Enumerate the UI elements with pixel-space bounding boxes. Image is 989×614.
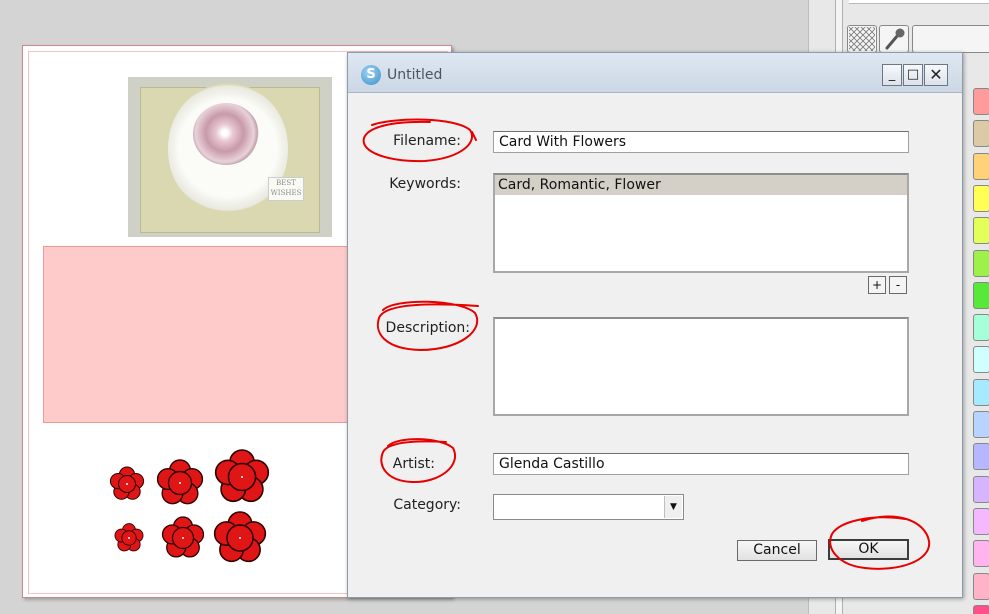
dialog-title: Untitled	[387, 67, 443, 83]
filename-field[interactable]: Card With Flowers	[493, 131, 909, 153]
color-swatch[interactable]	[973, 443, 989, 471]
keywords-label: Keywords:	[389, 176, 461, 192]
color-swatch[interactable]	[973, 507, 989, 535]
color-swatch[interactable]	[973, 249, 989, 277]
color-swatch[interactable]	[973, 346, 989, 374]
flower-shape	[213, 511, 267, 563]
ok-button[interactable]: OK	[828, 539, 909, 560]
rose-embellishment	[193, 103, 259, 165]
palette-color-preview	[912, 25, 989, 53]
card-photo[interactable]: BEST WISHES	[128, 77, 332, 237]
artist-label: Artist:	[392, 456, 435, 472]
color-swatch[interactable]	[973, 378, 989, 406]
category-label: Category:	[393, 497, 461, 513]
artist-field[interactable]: Glenda Castillo	[493, 453, 909, 475]
color-swatch[interactable]	[973, 184, 989, 212]
keyword-item[interactable]: Card, Romantic, Flower	[495, 175, 907, 195]
maximize-button[interactable]: □	[903, 64, 923, 86]
color-swatch[interactable]	[973, 540, 989, 568]
close-button[interactable]: ✕	[924, 64, 948, 86]
color-swatch[interactable]	[973, 475, 989, 503]
color-swatch[interactable]	[973, 88, 989, 115]
pink-rectangle-shape[interactable]	[43, 246, 363, 423]
file-properties-dialog: S Untitled _ □ ✕ Filename: Card With Flo…	[347, 52, 963, 598]
keywords-list[interactable]: Card, Romantic, Flower	[493, 173, 909, 273]
color-swatch[interactable]	[973, 411, 989, 438]
description-label: Description:	[385, 320, 470, 336]
chevron-down-icon[interactable]: ▼	[664, 496, 682, 518]
flower-cutouts[interactable]	[103, 441, 283, 581]
dialog-titlebar[interactable]: S Untitled _ □ ✕	[348, 53, 962, 93]
app-logo-icon: S	[361, 65, 381, 85]
palette-top-bar	[849, 0, 989, 4]
color-swatch[interactable]	[973, 217, 989, 245]
add-keyword-button[interactable]: +	[868, 276, 886, 294]
color-swatch[interactable]	[973, 314, 989, 342]
eyedropper-icon[interactable]	[879, 25, 909, 53]
color-swatch[interactable]	[973, 120, 989, 148]
remove-keyword-button[interactable]: -	[889, 276, 907, 294]
filename-label: Filename:	[393, 133, 461, 149]
flower-shape	[156, 459, 204, 505]
flower-shape	[214, 449, 270, 503]
color-swatch[interactable]	[973, 604, 989, 614]
minimize-button[interactable]: _	[882, 64, 902, 86]
photo-tag-text: BEST WISHES	[268, 177, 304, 201]
category-dropdown[interactable]: ▼	[493, 494, 684, 520]
description-field[interactable]	[493, 317, 909, 416]
color-swatch[interactable]	[973, 281, 989, 309]
cancel-button[interactable]: Cancel	[737, 540, 817, 561]
color-swatch[interactable]	[973, 152, 989, 180]
window-controls: _ □ ✕	[882, 64, 949, 86]
transparent-pattern-icon[interactable]	[847, 25, 877, 53]
flower-shape	[161, 516, 205, 558]
color-swatch[interactable]	[973, 572, 989, 600]
